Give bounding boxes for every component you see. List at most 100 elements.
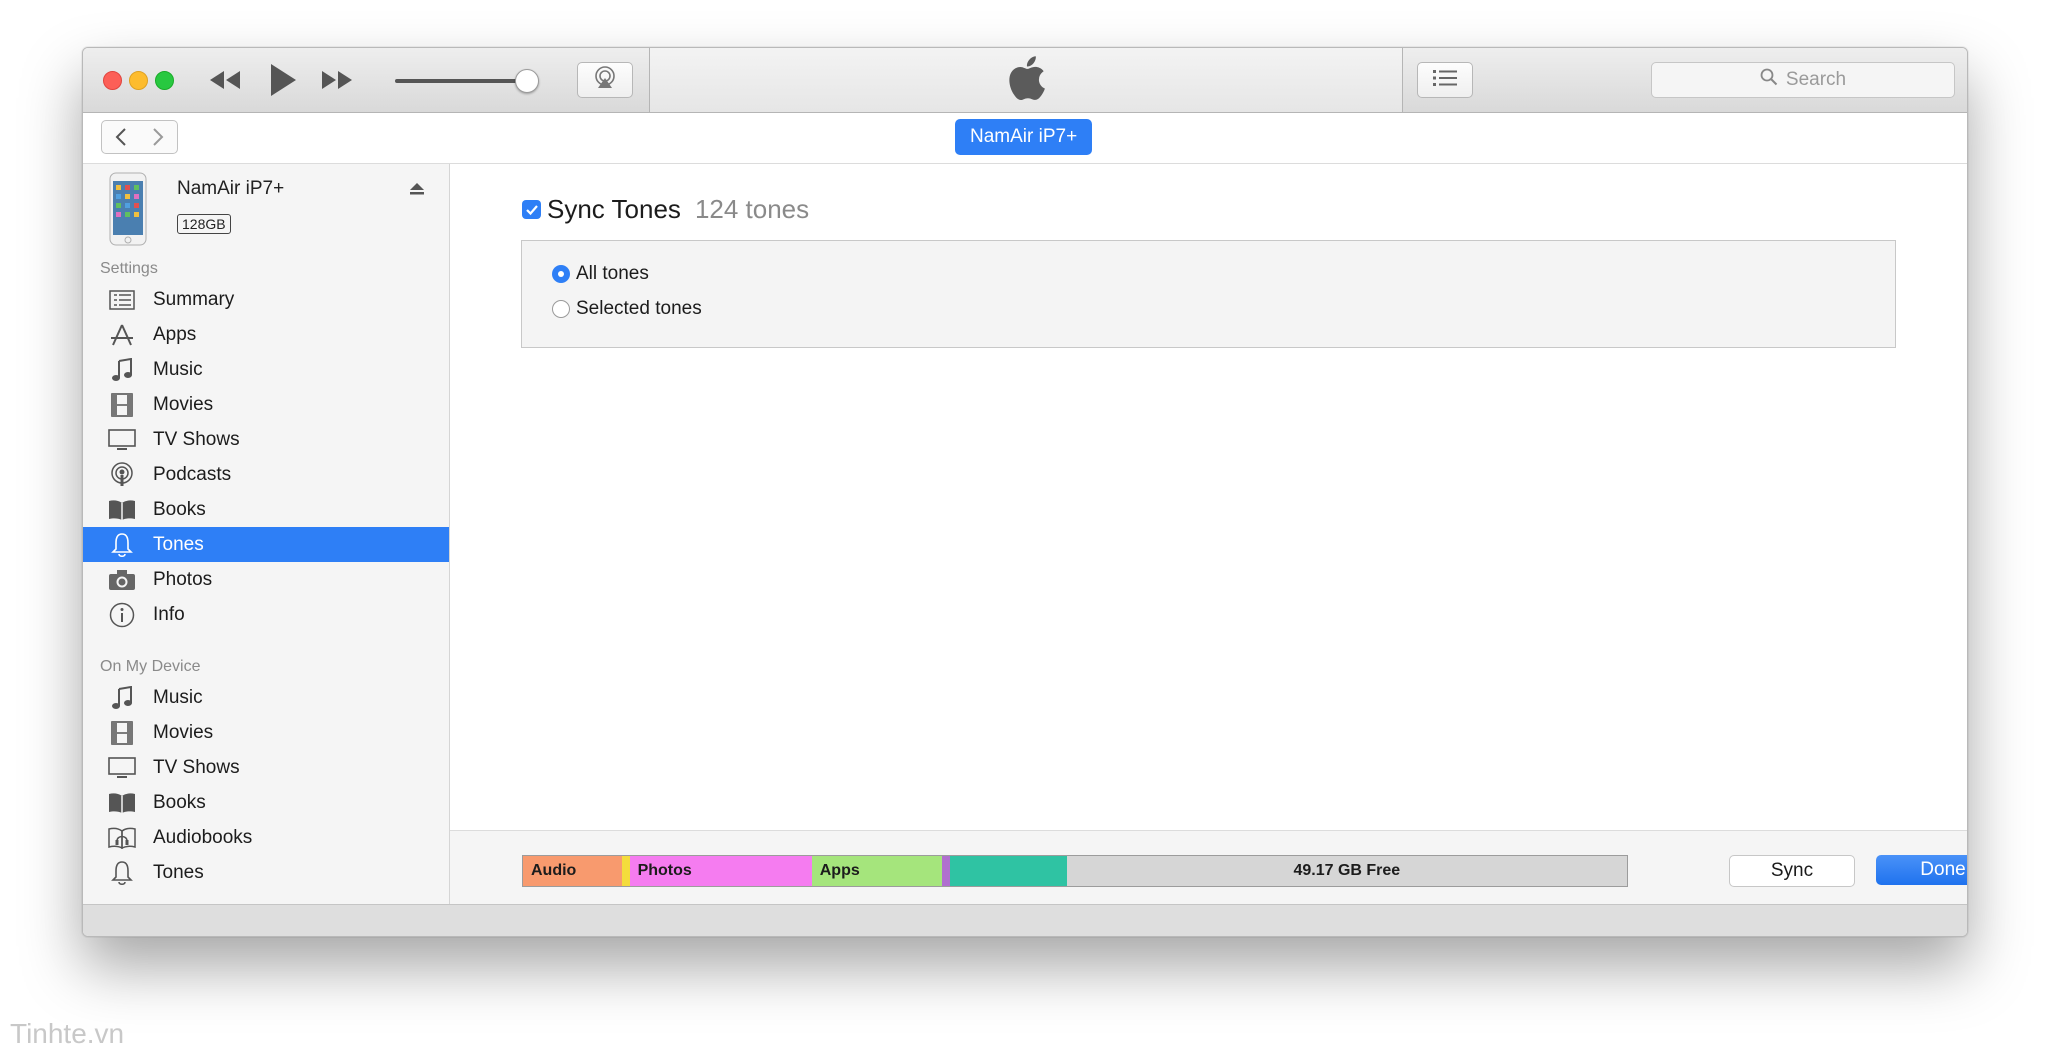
sidebar-item-info[interactable]: Info: [83, 597, 449, 632]
device-item-movies[interactable]: Movies: [83, 715, 449, 750]
sidebar-item-tones[interactable]: Tones: [83, 527, 449, 562]
minimize-window-button[interactable]: [129, 71, 148, 90]
watermark: Tinhte.vn: [10, 1018, 125, 1049]
book-icon: [107, 790, 137, 816]
info-icon: [107, 602, 137, 628]
sidebar-item-label: Music: [153, 358, 203, 380]
radio-selected-tones[interactable]: [552, 300, 570, 318]
tones-count: 124 tones: [694, 194, 810, 224]
sidebar-item-movies[interactable]: Movies: [83, 387, 449, 422]
sidebar-item-label: Podcasts: [153, 463, 232, 485]
device-item-books[interactable]: Books: [83, 785, 449, 820]
device-name: NamAir iP7+: [177, 178, 285, 199]
chevron-right-icon: [153, 128, 164, 146]
volume-slider[interactable]: [395, 79, 531, 83]
storage-capacity-bar: Audio Photos Apps 49.17 GB Free: [522, 855, 1628, 887]
airplay-icon: [592, 65, 618, 95]
back-button[interactable]: [101, 120, 141, 154]
checkmark-icon: [525, 204, 538, 215]
sidebar-item-photos[interactable]: Photos: [83, 562, 449, 597]
sync-options-box: All tones Selected tones: [521, 240, 1896, 348]
bell-icon: [107, 532, 137, 558]
volume-knob[interactable]: [515, 69, 539, 93]
sidebar-item-label: Audiobooks: [153, 826, 253, 848]
iphone-icon: [109, 172, 147, 251]
main-content: Sync Tones 124 tones All tones Selected …: [450, 164, 1967, 905]
capacity-segment: [942, 856, 951, 886]
sidebar-item-podcasts[interactable]: Podcasts: [83, 457, 449, 492]
now-playing-display: [649, 48, 1403, 112]
status-bar: [83, 904, 1967, 936]
airplay-button[interactable]: [577, 62, 633, 98]
sidebar-item-label: Books: [153, 498, 206, 520]
sidebar-item-label: Info: [153, 603, 185, 625]
sidebar-item-tv-shows[interactable]: TV Shows: [83, 422, 449, 457]
device-item-music[interactable]: Music: [83, 680, 449, 715]
sidebar: NamAir iP7+ 128GB Settings Summary Apps …: [83, 164, 450, 904]
chevron-left-icon: [115, 128, 126, 146]
sidebar-item-label: Apps: [153, 323, 197, 345]
toolbar: Search: [83, 48, 1967, 113]
device-item-tones[interactable]: Tones: [83, 855, 449, 890]
tv-icon: [107, 427, 137, 453]
camera-icon: [107, 567, 137, 593]
forward-button[interactable]: [139, 120, 178, 154]
done-button[interactable]: Done: [1876, 855, 1967, 885]
capacity-segment: Apps: [811, 856, 943, 886]
capacity-segment: Audio: [523, 856, 622, 886]
sidebar-item-label: Photos: [153, 568, 213, 590]
sync-tones-checkbox[interactable]: [522, 200, 541, 219]
option-label: All tones: [576, 263, 649, 284]
device-item-audiobooks[interactable]: Audiobooks: [83, 820, 449, 855]
option-label: Selected tones: [576, 298, 702, 319]
up-next-button[interactable]: [1417, 62, 1473, 98]
search-icon: [1760, 68, 1778, 92]
search-field[interactable]: Search: [1651, 62, 1955, 98]
sidebar-item-music[interactable]: Music: [83, 352, 449, 387]
option-all-tones[interactable]: All tones: [552, 263, 649, 285]
zoom-window-button[interactable]: [155, 71, 174, 90]
itunes-window: Search NamAir iP7+ NamAir iP7+ 128GB Set…: [82, 47, 1968, 937]
tv-icon: [107, 755, 137, 781]
sync-tones-row: Sync Tones 124 tones: [522, 194, 809, 225]
close-window-button[interactable]: [103, 71, 122, 90]
eject-icon[interactable]: [409, 182, 425, 201]
book-icon: [107, 497, 137, 523]
sidebar-item-summary[interactable]: Summary: [83, 282, 449, 317]
music-note-icon: [107, 357, 137, 383]
sidebar-item-label: TV Shows: [153, 428, 240, 450]
play-icon[interactable]: [263, 60, 303, 100]
sync-tones-title: Sync Tones: [547, 194, 681, 224]
film-icon: [107, 720, 137, 746]
device-button[interactable]: NamAir iP7+: [955, 119, 1093, 155]
bell-icon: [107, 860, 137, 886]
summary-icon: [107, 287, 137, 313]
sidebar-item-label: Movies: [153, 393, 214, 415]
device-capacity-badge: 128GB: [177, 214, 231, 234]
sidebar-item-label: Books: [153, 791, 206, 813]
audiobook-icon: [107, 825, 137, 851]
film-icon: [107, 392, 137, 418]
option-selected-tones[interactable]: Selected tones: [552, 298, 702, 320]
apps-icon: [107, 322, 137, 348]
search-placeholder: Search: [1785, 69, 1847, 90]
podcast-icon: [107, 461, 137, 488]
sidebar-item-label: Summary: [153, 288, 235, 310]
capacity-segment: Photos: [629, 856, 812, 886]
sidebar-item-label: Music: [153, 686, 203, 708]
settings-section-label: Settings: [100, 260, 158, 277]
sidebar-item-books[interactable]: Books: [83, 492, 449, 527]
navigation-bar: NamAir iP7+: [83, 113, 1967, 164]
sidebar-item-label: Tones: [153, 533, 204, 555]
sidebar-item-label: Tones: [153, 861, 204, 883]
fast-forward-icon[interactable]: [317, 60, 357, 100]
capacity-segment: [621, 856, 630, 886]
radio-all-tones[interactable]: [552, 265, 570, 283]
sync-button[interactable]: Sync: [1729, 855, 1855, 887]
rewind-icon[interactable]: [205, 60, 245, 100]
sidebar-item-label: TV Shows: [153, 756, 240, 778]
sidebar-item-label: Movies: [153, 721, 214, 743]
sidebar-item-apps[interactable]: Apps: [83, 317, 449, 352]
device-item-tv-shows[interactable]: TV Shows: [83, 750, 449, 785]
apple-logo: [1006, 54, 1046, 107]
